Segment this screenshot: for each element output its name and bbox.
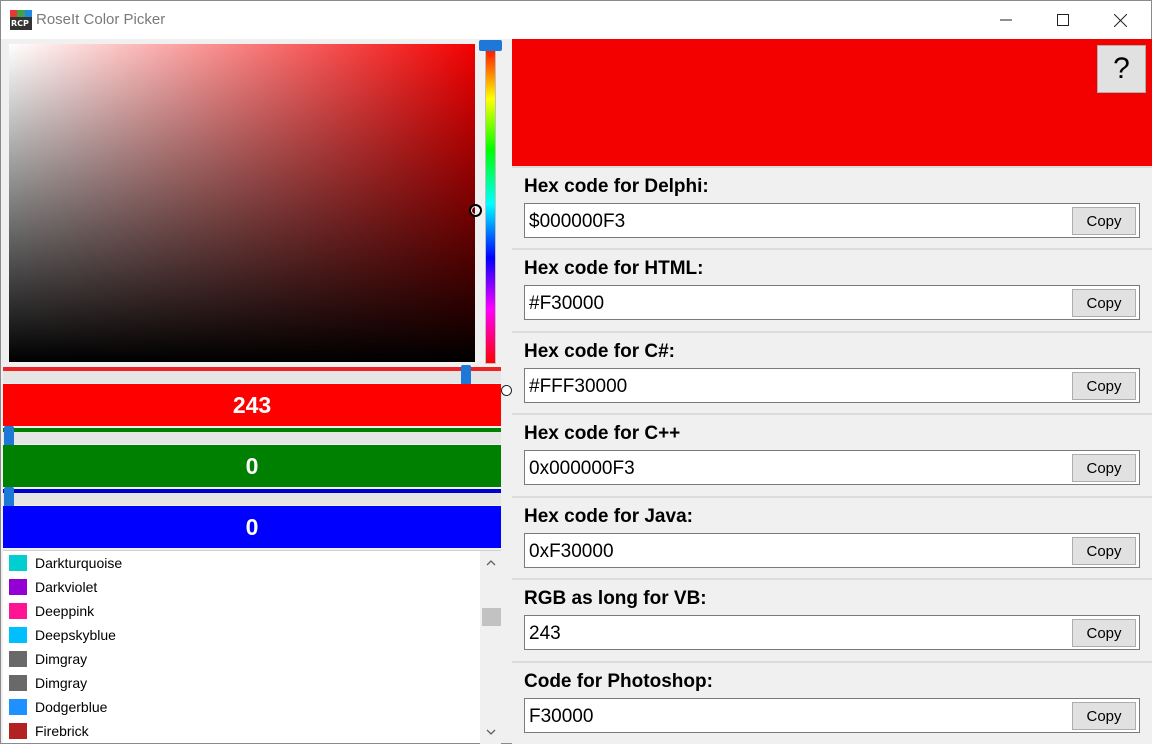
maximize-button[interactable] [1040,1,1086,39]
rcp-logo-icon: RCP [10,10,32,30]
csharp-code-section: Hex code for C#: #FFF30000 Copy [512,331,1152,413]
copy-button[interactable]: Copy [1072,372,1136,400]
scroll-thumb[interactable] [482,608,501,626]
vb-code-field[interactable]: 243 Copy [524,615,1140,650]
named-color-list[interactable]: Darkturquoise Darkviolet Deeppink Deepsk… [3,550,501,744]
app-window: RCP RoseIt Color Picker 243 0 0 Darkturq… [0,0,1152,744]
list-item-label: Dodgerblue [35,699,108,715]
photoshop-code-section: Code for Photoshop: F30000 Copy [512,661,1152,743]
code-value[interactable]: 0xF30000 [529,541,614,563]
csharp-code-field[interactable]: #FFF30000 Copy [524,368,1140,403]
minimize-icon [1000,19,1012,21]
code-value[interactable]: 0x000000F3 [529,458,635,480]
svg-text:RCP: RCP [11,19,29,28]
blue-value: 0 [3,506,501,548]
list-item[interactable]: Dimgray [3,671,479,695]
code-label: Hex code for Java: [524,506,693,527]
scroll-up-button[interactable] [480,553,501,573]
code-label: Code for Photoshop: [524,671,713,692]
color-preview [512,39,1152,166]
list-item[interactable]: Darkviolet [3,575,479,599]
list-item-label: Deeppink [35,603,95,619]
copy-button[interactable]: Copy [1072,207,1136,235]
list-item-label: Darkturquoise [35,555,123,571]
html-code-field[interactable]: #F30000 Copy [524,285,1140,320]
code-value[interactable]: F30000 [529,706,593,728]
saturation-brightness-cursor[interactable] [469,204,482,217]
color-swatch [9,579,27,595]
code-label: Hex code for C++ [524,423,681,444]
help-button[interactable]: ? [1097,45,1146,93]
copy-button[interactable]: Copy [1072,702,1136,730]
minimize-button[interactable] [983,1,1029,39]
delphi-code-field[interactable]: $000000F3 Copy [524,203,1140,238]
red-slider-line [3,367,501,371]
html-code-section: Hex code for HTML: #F30000 Copy [512,248,1152,330]
blue-slider-line [3,489,501,493]
color-swatch [9,723,27,739]
color-swatch [9,627,27,643]
list-item[interactable]: Firebrick [3,719,479,743]
color-swatch [9,699,27,715]
code-value[interactable]: #F30000 [529,293,604,315]
red-value: 243 [3,384,501,426]
picker-panel: 243 0 0 Darkturquoise Darkviolet Deeppin… [2,39,502,744]
color-swatch [9,555,27,571]
delphi-code-section: Hex code for Delphi: $000000F3 Copy [512,166,1152,248]
java-code-field[interactable]: 0xF30000 Copy [524,533,1140,568]
list-item-label: Dimgray [35,651,88,667]
green-value: 0 [3,445,501,487]
saturation-brightness-area[interactable] [9,44,475,362]
copy-button[interactable]: Copy [1072,454,1136,482]
title-bar: RCP RoseIt Color Picker [1,1,1151,39]
green-slider-line [3,428,501,432]
red-slider[interactable] [3,365,501,387]
blue-slider[interactable] [3,487,501,509]
window-title: RoseIt Color Picker [36,11,166,28]
list-item-label: Darkviolet [35,579,98,595]
code-label: Hex code for Delphi: [524,176,709,197]
chevron-up-icon [486,560,495,566]
chevron-down-icon [486,729,495,735]
code-value[interactable]: #FFF30000 [529,376,627,398]
cpp-code-field[interactable]: 0x000000F3 Copy [524,450,1140,485]
code-label: RGB as long for VB: [524,588,707,609]
cpp-code-section: Hex code for C++ 0x000000F3 Copy [512,413,1152,495]
hue-slider-thumb[interactable] [479,40,502,51]
close-button[interactable] [1097,1,1143,39]
list-item[interactable]: Darkturquoise [3,551,479,575]
java-code-section: Hex code for Java: 0xF30000 Copy [512,496,1152,578]
code-value[interactable]: 243 [529,623,561,645]
green-slider[interactable] [3,426,501,448]
list-scrollbar[interactable] [480,551,501,744]
list-item[interactable]: Deeppink [3,599,479,623]
color-swatch [9,603,27,619]
copy-button[interactable]: Copy [1072,289,1136,317]
list-item[interactable]: Dimgray [3,647,479,671]
panel-resize-handle[interactable] [501,385,512,396]
list-item-label: Dimgray [35,675,88,691]
photoshop-code-field[interactable]: F30000 Copy [524,698,1140,733]
code-label: Hex code for C#: [524,341,675,362]
hue-slider[interactable] [485,44,496,364]
list-item[interactable]: Dodgerblue [3,695,479,719]
copy-button[interactable]: Copy [1072,537,1136,565]
scroll-down-button[interactable] [480,722,501,742]
color-swatch [9,675,27,691]
color-swatch [9,651,27,667]
vb-code-section: RGB as long for VB: 243 Copy [512,578,1152,660]
codes-panel: ? Hex code for Delphi: $000000F3 Copy He… [512,39,1152,744]
list-item-label: Firebrick [35,723,89,739]
close-icon [1113,13,1127,27]
list-item[interactable]: Deepskyblue [3,623,479,647]
code-value[interactable]: $000000F3 [529,211,625,233]
maximize-icon [1057,14,1069,26]
code-label: Hex code for HTML: [524,258,704,279]
list-item-label: Deepskyblue [35,627,116,643]
copy-button[interactable]: Copy [1072,619,1136,647]
